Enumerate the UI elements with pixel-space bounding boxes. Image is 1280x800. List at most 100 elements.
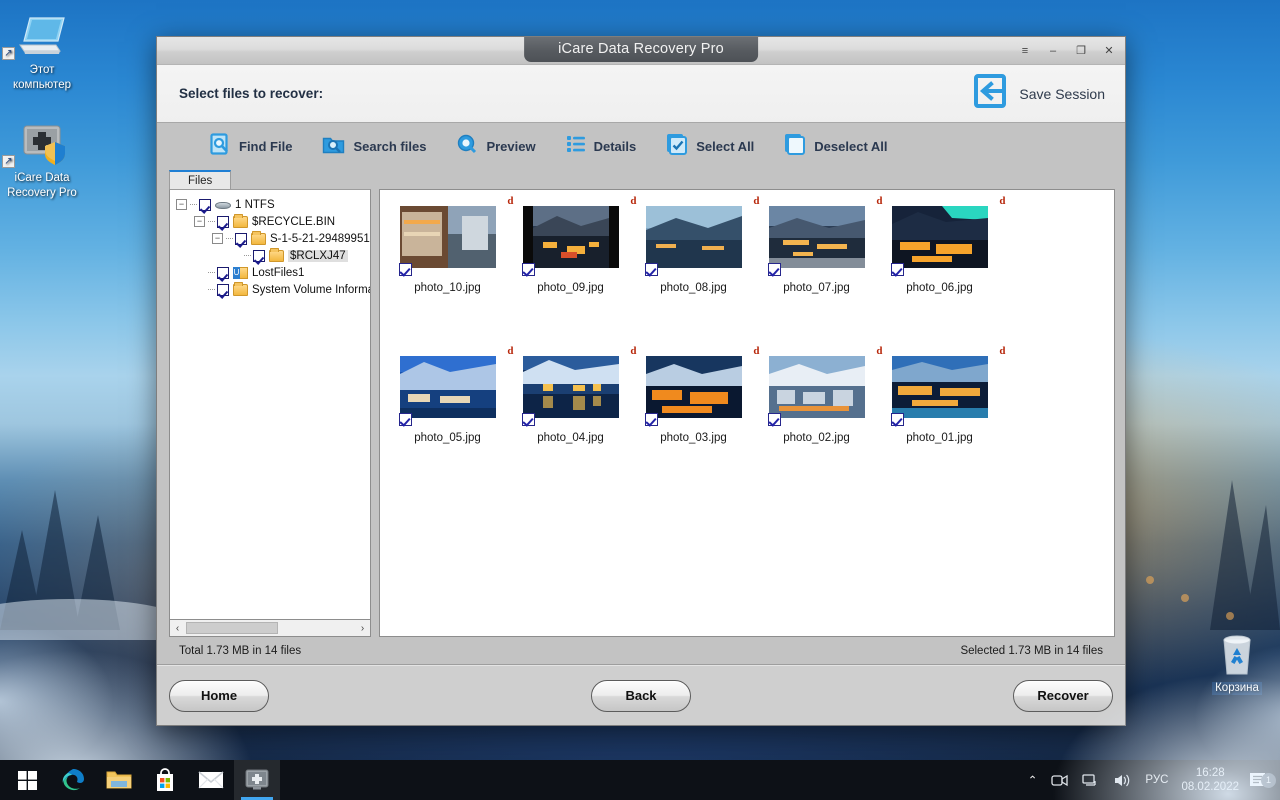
toolbar-label: Select All — [696, 138, 755, 154]
file-item[interactable]: d photo_07.jpg — [755, 195, 883, 294]
camera-icon[interactable] — [1044, 773, 1075, 788]
file-checkbox[interactable] — [890, 263, 904, 276]
tree-checkbox[interactable] — [199, 198, 211, 211]
scrollbar-thumb[interactable] — [186, 622, 278, 634]
toolbar-search-files[interactable]: Search files — [322, 133, 426, 160]
toolbar-find-file[interactable]: Find File — [209, 132, 292, 160]
thumbnail-image — [891, 356, 988, 418]
file-item[interactable]: d photo_03.jpg — [632, 345, 760, 444]
file-item[interactable]: d photo_06.jpg — [878, 195, 1006, 294]
tree-checkbox[interactable] — [235, 232, 247, 245]
tree-checkbox[interactable] — [217, 266, 229, 279]
status-total: Total 1.73 MB in 14 files — [179, 644, 302, 657]
expander-icon[interactable]: − — [194, 216, 205, 227]
find-file-icon — [209, 132, 231, 160]
thumbnail-image — [768, 356, 865, 418]
home-button[interactable]: Home — [169, 679, 269, 712]
file-checkbox[interactable] — [767, 413, 781, 426]
file-item[interactable]: d photo_10.jpg — [386, 195, 514, 294]
file-checkbox[interactable] — [644, 263, 658, 276]
desktop-icon-label: iCare Data — [14, 172, 70, 184]
tree-node-sid[interactable]: − S-1-5-21-294899514 — [176, 230, 371, 247]
tree-connector — [208, 221, 215, 222]
tray-chevron-icon[interactable]: ⌃ — [1021, 773, 1045, 787]
tabstrip: Files — [169, 169, 371, 189]
icare-icon — [245, 769, 269, 790]
maximize-button[interactable]: ❐ — [1073, 43, 1089, 59]
tree-checkbox[interactable] — [253, 249, 265, 262]
desktop: ↗ Этот компьютер ↗ iCare Data Recovery P… — [0, 0, 1280, 800]
desktop-icon-recycle-bin[interactable]: Корзина — [1198, 628, 1276, 695]
tree-connector — [208, 289, 215, 290]
taskbar-file-explorer[interactable] — [96, 760, 142, 800]
directory-tree[interactable]: − 1 NTFS − $RECYCLE.BIN − S-1-5-21-29489… — [169, 189, 371, 620]
toolbar-details[interactable]: Details — [566, 134, 637, 159]
tree-checkbox[interactable] — [217, 283, 229, 296]
tree-node-system-volume-information[interactable]: System Volume Informa — [176, 281, 370, 298]
thumbnail-wrap: d — [521, 195, 637, 276]
desktop-icon-icare-recovery[interactable]: ↗ iCare Data Recovery Pro — [0, 118, 84, 200]
close-button[interactable]: ✕ — [1101, 43, 1117, 59]
tree-horizontal-scrollbar[interactable]: ‹ › — [169, 620, 371, 637]
thumbnail-wrap: d — [767, 345, 883, 426]
tree-checkbox[interactable] — [217, 215, 229, 228]
file-checkbox[interactable] — [644, 413, 658, 426]
scroll-left-icon[interactable]: ‹ — [170, 623, 185, 634]
tree-node-label: S-1-5-21-294899514 — [270, 232, 371, 245]
start-button[interactable] — [4, 760, 50, 800]
volume-icon[interactable] — [1106, 773, 1138, 788]
minimize-button[interactable]: – — [1045, 43, 1061, 59]
clock[interactable]: 16:28 08.02.2022 — [1175, 766, 1249, 794]
toolbar-label: Details — [593, 138, 637, 154]
language-indicator[interactable]: РУС — [1138, 774, 1175, 786]
tree-node-lostfiles1[interactable]: U LostFiles1 — [176, 264, 368, 281]
file-checkbox[interactable] — [767, 263, 781, 276]
menu-button[interactable]: ≡ — [1017, 43, 1033, 59]
file-checkbox[interactable] — [890, 413, 904, 426]
file-item[interactable]: d photo_04.jpg — [509, 345, 637, 444]
tab-files[interactable]: Files — [169, 170, 232, 189]
thumbnail-image — [522, 356, 619, 418]
tree-node-ntfs[interactable]: − 1 NTFS — [176, 196, 368, 213]
expander-icon[interactable]: − — [176, 199, 187, 210]
recover-button[interactable]: Recover — [1013, 679, 1113, 712]
deselect-all-icon — [784, 133, 806, 160]
back-button[interactable]: Back — [591, 679, 691, 712]
file-row: d photo_10.jpg d photo_09.jpg d photo_08… — [386, 195, 1114, 294]
toolbar-select-all[interactable]: Select All — [666, 133, 754, 160]
scroll-right-icon[interactable]: › — [355, 623, 370, 634]
file-checkbox[interactable] — [398, 263, 412, 276]
desktop-icon-label-2: Recovery Pro — [7, 187, 77, 199]
toolbar-preview[interactable]: Preview — [456, 133, 536, 160]
taskbar-microsoft-store[interactable] — [142, 760, 188, 800]
save-session-button[interactable]: Save Session — [972, 73, 1111, 114]
toolbar-deselect-all[interactable]: Deselect All — [784, 133, 888, 160]
window-titlebar[interactable]: iCare Data Recovery Pro ≡ – ❐ ✕ — [157, 37, 1125, 65]
file-item[interactable]: d photo_02.jpg — [755, 345, 883, 444]
desktop-icon-this-computer[interactable]: ↗ Этот компьютер — [0, 10, 84, 92]
file-name: photo_02.jpg — [783, 432, 850, 444]
tree-node-rclxj47[interactable]: $RCLXJ47 — [176, 247, 368, 264]
folder-icon — [251, 230, 266, 245]
file-name: photo_01.jpg — [906, 432, 973, 444]
file-item[interactable]: d photo_08.jpg — [632, 195, 760, 294]
expander-icon[interactable]: − — [212, 233, 223, 244]
thumbnail-image — [522, 206, 619, 268]
file-item[interactable]: d photo_09.jpg — [509, 195, 637, 294]
file-item[interactable]: d photo_01.jpg — [878, 345, 1006, 444]
taskbar-mail[interactable] — [188, 760, 234, 800]
desktop-icon-label: Корзина — [1212, 682, 1262, 695]
file-thumbnail-grid[interactable]: d photo_10.jpg d photo_09.jpg d photo_08… — [379, 189, 1115, 637]
network-icon[interactable] — [1075, 773, 1106, 788]
taskbar-icare-data-recovery[interactable] — [234, 760, 280, 800]
file-item[interactable]: d photo_05.jpg — [386, 345, 514, 444]
save-session-icon — [972, 73, 1008, 114]
file-checkbox[interactable] — [521, 263, 535, 276]
notification-center-button[interactable]: 1 — [1249, 772, 1276, 789]
status-selected: Selected 1.73 MB in 14 files — [960, 644, 1103, 657]
file-checkbox[interactable] — [521, 413, 535, 426]
shortcut-arrow-icon: ↗ — [2, 155, 15, 168]
file-checkbox[interactable] — [398, 413, 412, 426]
taskbar-edge[interactable] — [50, 760, 96, 800]
tree-node-recycle-bin[interactable]: − $RECYCLE.BIN — [176, 213, 368, 230]
